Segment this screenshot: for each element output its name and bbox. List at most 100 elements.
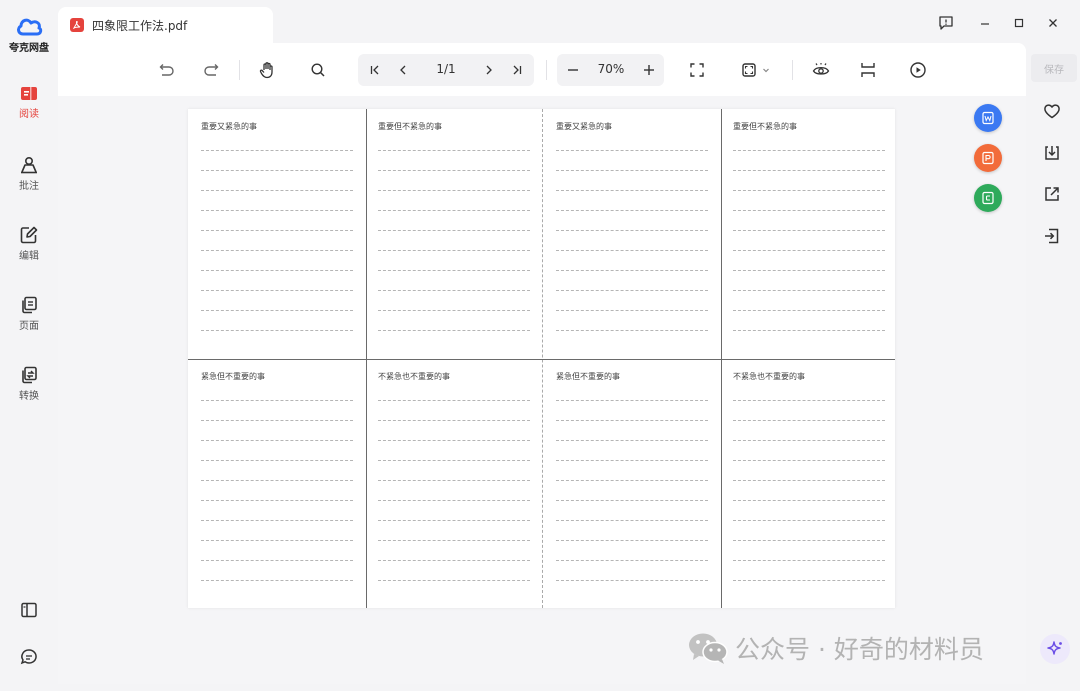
- writing-lines: [733, 400, 885, 600]
- fit-page-button[interactable]: [736, 58, 776, 82]
- last-page-icon: [513, 65, 522, 75]
- sidebar-item-read[interactable]: 阅读: [0, 86, 58, 120]
- writing-line: [733, 310, 885, 330]
- writing-line: [201, 270, 353, 290]
- zoom-in-button[interactable]: [637, 58, 661, 82]
- page-layout-button[interactable]: [852, 54, 884, 86]
- fullscreen-button[interactable]: [685, 58, 709, 82]
- writing-line: [201, 480, 353, 500]
- eye-care-button[interactable]: [809, 58, 833, 82]
- writing-line: [733, 460, 885, 480]
- zoom-level[interactable]: 70%: [592, 62, 630, 76]
- eye-icon: [812, 63, 830, 75]
- writing-line: [556, 170, 708, 190]
- quadrant-cell: 不紧急也不重要的事: [720, 359, 896, 608]
- writing-line: [201, 400, 353, 420]
- next-page-button[interactable]: [477, 58, 501, 82]
- redo-button[interactable]: [200, 58, 224, 82]
- convert-to-ppt-button[interactable]: [974, 144, 1002, 172]
- redo-icon: [204, 64, 219, 76]
- quadrant-cell: 紧急但不重要的事: [543, 359, 719, 608]
- writing-line: [201, 560, 353, 580]
- sidebar-item-pages[interactable]: 页面: [0, 296, 58, 332]
- feedback-button[interactable]: [935, 12, 957, 34]
- writing-line: [556, 270, 708, 290]
- close-button[interactable]: [1042, 12, 1064, 34]
- writing-line: [378, 270, 530, 290]
- writing-line: [733, 230, 885, 250]
- sidebar-item-edit[interactable]: 编辑: [0, 226, 58, 262]
- writing-lines: [378, 400, 530, 600]
- writing-line: [378, 230, 530, 250]
- writing-line: [556, 500, 708, 520]
- writing-line: [378, 330, 530, 350]
- writing-line: [201, 310, 353, 330]
- sidebar-item-annotate[interactable]: 批注: [0, 156, 58, 192]
- ai-assistant-button[interactable]: [1040, 634, 1070, 664]
- quadrant-title: 重要又紧急的事: [201, 122, 257, 131]
- pages-icon: [22, 296, 37, 314]
- writing-line: [733, 580, 885, 600]
- writing-line: [733, 170, 885, 190]
- minimize-icon: [981, 23, 989, 25]
- quadrant-cell: 重要但不紧急的事: [720, 109, 896, 358]
- sidebar-item-label: 转换: [19, 391, 39, 402]
- writing-lines: [201, 150, 353, 350]
- quadrant-title: 紧急但不重要的事: [201, 372, 265, 381]
- previous-page-button[interactable]: [391, 58, 415, 82]
- import-icon[interactable]: [1042, 226, 1062, 246]
- writing-line: [556, 480, 708, 500]
- quadrant-cell: 重要又紧急的事: [188, 109, 364, 358]
- writing-line: [378, 440, 530, 460]
- excel-icon: [982, 191, 994, 205]
- first-page-icon: [370, 65, 379, 75]
- writing-line: [556, 580, 708, 600]
- play-button[interactable]: [906, 58, 930, 82]
- writing-line: [378, 520, 530, 540]
- writing-line: [556, 520, 708, 540]
- search-button[interactable]: [306, 58, 330, 82]
- writing-line: [556, 190, 708, 210]
- feedback-icon: [939, 16, 953, 30]
- chat-icon[interactable]: [19, 647, 39, 667]
- page-indicator[interactable]: 1/1: [428, 62, 464, 76]
- convert-to-word-button[interactable]: [974, 104, 1002, 132]
- quadrant-title: 重要又紧急的事: [556, 122, 612, 131]
- sidebar-item-convert[interactable]: 转换: [0, 366, 58, 402]
- quadrant-title: 重要但不紧急的事: [378, 122, 442, 131]
- writing-line: [556, 440, 708, 460]
- download-icon[interactable]: [1042, 143, 1062, 163]
- minimize-button[interactable]: [974, 12, 996, 34]
- undo-button[interactable]: [154, 58, 178, 82]
- writing-line: [378, 560, 530, 580]
- quadrant-title: 紧急但不重要的事: [556, 372, 620, 381]
- writing-line: [733, 290, 885, 310]
- maximize-button[interactable]: [1008, 12, 1030, 34]
- play-icon: [910, 62, 926, 78]
- zoom-out-button[interactable]: [561, 58, 585, 82]
- writing-line: [378, 310, 530, 330]
- hand-tool-button[interactable]: [255, 58, 279, 82]
- heart-icon[interactable]: [1042, 101, 1062, 121]
- writing-line: [556, 210, 708, 230]
- writing-line: [733, 250, 885, 270]
- chevron-left-icon: [400, 65, 406, 75]
- watermark-text: 公众号 · 好奇的材料员: [735, 635, 984, 664]
- file-tab[interactable]: 四象限工作法.pdf: [58, 7, 273, 43]
- writing-line: [378, 150, 530, 170]
- convert-icon: [22, 366, 37, 384]
- search-icon: [311, 63, 325, 77]
- quadrant-cell: 紧急但不重要的事: [188, 359, 364, 608]
- first-page-button[interactable]: [363, 58, 387, 82]
- writing-line: [378, 460, 530, 480]
- writing-line: [733, 330, 885, 350]
- writing-lines: [201, 400, 353, 600]
- save-button[interactable]: 保存: [1031, 54, 1077, 82]
- convert-to-excel-button[interactable]: [974, 184, 1002, 212]
- writing-line: [378, 540, 530, 560]
- panel-toggle-icon[interactable]: [19, 600, 39, 620]
- writing-lines: [556, 400, 708, 600]
- share-icon[interactable]: [1042, 184, 1062, 204]
- last-page-button[interactable]: [505, 58, 529, 82]
- quadrant-title: 重要但不紧急的事: [733, 122, 797, 131]
